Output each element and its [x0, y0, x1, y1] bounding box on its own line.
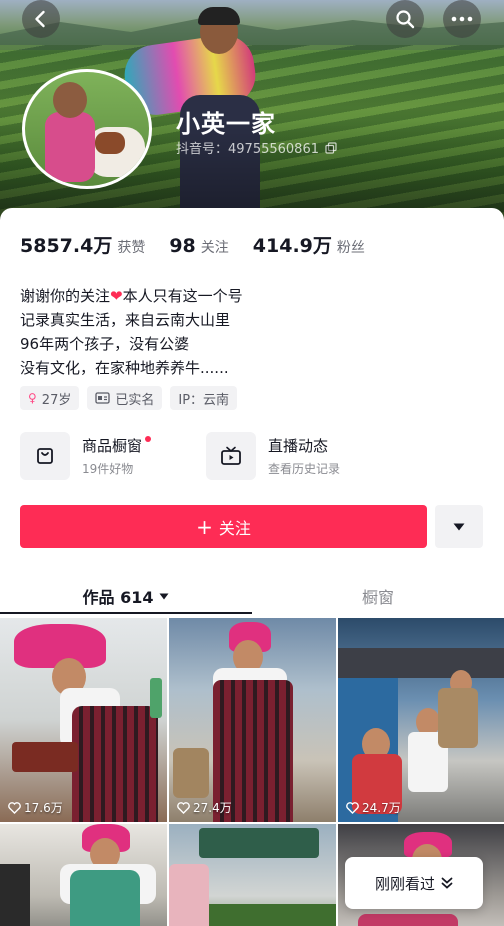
heart-outline-icon	[177, 801, 190, 814]
shop-window-title-text: 商品橱窗	[82, 437, 143, 455]
video-thumbnail[interactable]: 24.7万	[338, 618, 504, 822]
video-likes: 17.6万	[8, 799, 63, 816]
verified-tag-text: 已实名	[115, 392, 155, 408]
video-thumbnail[interactable]	[0, 824, 167, 926]
bio: 谢谢你的关注❤本人只有这一个号 记录真实生活，来自云南大山里 96年两个孩子，没…	[20, 284, 243, 380]
tab-indicator	[0, 612, 252, 614]
age-tag-text: 27岁	[41, 392, 72, 408]
profile-card: 5857.4万 获赞 98 关注 414.9万 粉丝 谢谢你的关注❤本人只有这一…	[0, 208, 504, 926]
more-dots-icon	[451, 16, 473, 22]
stat-followers-label: 粉丝	[336, 240, 365, 256]
follow-button-label: 关注	[218, 518, 251, 538]
chevron-left-icon	[35, 10, 45, 28]
notification-dot	[145, 436, 152, 442]
stat-likes-label: 获赞	[117, 240, 146, 256]
video-likes: 27.4万	[177, 799, 232, 816]
tab-works[interactable]: 作品 614	[0, 576, 252, 616]
video-thumbnail[interactable]	[169, 824, 336, 926]
stat-followers-num: 414.9万	[252, 235, 332, 257]
follow-button[interactable]: + 关注	[20, 505, 427, 548]
ip-tag: IP：云南	[170, 386, 238, 410]
triangle-down-icon	[453, 523, 465, 530]
stat-following[interactable]: 98 关注	[169, 235, 228, 257]
search-icon	[396, 10, 415, 29]
avatar[interactable]	[22, 69, 152, 189]
shop-window-sub: 19件好物	[82, 462, 134, 476]
shortcuts-row: 商品橱窗 19件好物 直播动态 查看历史记录	[20, 432, 392, 480]
back-button[interactable]	[22, 0, 60, 38]
mountain-backdrop	[0, 18, 504, 50]
bio-line-1-a: 谢谢你的关注	[20, 287, 111, 305]
douyin-id-text: 抖音号：49755560861	[176, 142, 319, 157]
video-likes: 24.7万	[346, 799, 401, 816]
double-chevron-down-icon	[441, 877, 453, 889]
ip-tag-text: IP：云南	[178, 392, 230, 408]
recently-viewed-label: 刚刚看过	[374, 874, 435, 893]
stat-likes[interactable]: 5857.4万 获赞	[20, 231, 145, 258]
heart-outline-icon	[8, 801, 21, 814]
tv-icon	[206, 432, 256, 480]
video-thumbnail[interactable]: 17.6万	[0, 618, 167, 822]
stat-likes-num: 5857.4万	[20, 235, 113, 257]
video-thumbnail[interactable]: 27.4万	[169, 618, 336, 822]
live-entry[interactable]: 直播动态 查看历史记录	[206, 432, 392, 480]
bio-line-1-b: 本人只有这一个号	[122, 287, 243, 305]
recommend-dropdown-button[interactable]	[435, 505, 483, 548]
id-card-icon	[95, 392, 110, 404]
content-tabs: 作品 614 橱窗	[0, 576, 504, 616]
caret-down-icon	[159, 593, 169, 599]
profile-tags: ♀ 27岁 已实名 IP：云南	[20, 386, 238, 410]
stat-followers[interactable]: 414.9万 粉丝	[253, 231, 365, 258]
bio-line-4: 没有文化，在家种地养养牛......	[20, 359, 229, 377]
recently-viewed-button[interactable]: 刚刚看过	[345, 857, 483, 909]
bio-line-2: 记录真实生活，来自云南大山里	[20, 311, 231, 329]
stat-following-num: 98	[169, 235, 196, 257]
video-likes-count: 27.4万	[193, 801, 232, 815]
live-title: 直播动态	[268, 437, 329, 455]
plus-icon: +	[196, 514, 213, 539]
stat-following-label: 关注	[200, 240, 229, 256]
video-likes-count: 24.7万	[362, 801, 401, 815]
female-icon: ♀	[28, 391, 37, 405]
profile-name: 小英一家	[176, 110, 276, 138]
bio-line-1: 谢谢你的关注❤本人只有这一个号	[20, 284, 243, 308]
shop-window-title: 商品橱窗	[82, 435, 152, 456]
heart-outline-icon	[346, 801, 359, 814]
shopping-bag-icon	[20, 432, 70, 480]
heart-icon: ❤	[110, 287, 123, 305]
search-button[interactable]	[386, 0, 424, 38]
video-likes-count: 17.6万	[24, 801, 63, 815]
bio-line-3: 96年两个孩子，没有公婆	[20, 335, 190, 353]
copy-icon[interactable]	[325, 141, 337, 154]
tab-showcase[interactable]: 橱窗	[252, 576, 504, 616]
douyin-id[interactable]: 抖音号：49755560861	[176, 138, 337, 157]
age-tag: ♀ 27岁	[20, 386, 80, 410]
tab-works-label: 作品 614	[82, 588, 154, 607]
verified-tag[interactable]: 已实名	[87, 386, 163, 410]
live-sub: 查看历史记录	[268, 462, 341, 476]
shop-window-entry[interactable]: 商品橱窗 19件好物	[20, 432, 206, 480]
stats-row: 5857.4万 获赞 98 关注 414.9万 粉丝	[20, 231, 389, 258]
more-button[interactable]	[443, 0, 481, 38]
